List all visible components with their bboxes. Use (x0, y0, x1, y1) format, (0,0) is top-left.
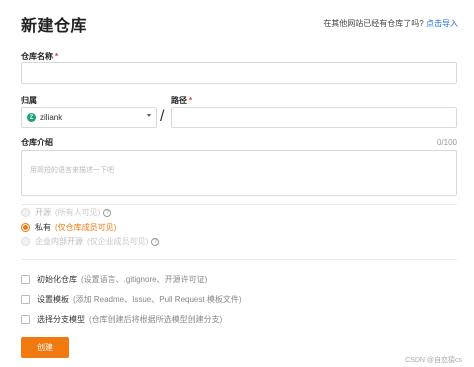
option-template-label: 设置模板 (37, 295, 69, 304)
divider (21, 204, 457, 205)
option-template[interactable]: 设置模板 (添加 Readme、Issue、Pull Request 模板文件) (21, 294, 242, 305)
help-icon[interactable]: ? (151, 237, 160, 246)
repo-name-label-text: 仓库名称 (21, 52, 53, 61)
option-template-desc: (添加 Readme、Issue、Pull Request 模板文件) (73, 295, 242, 304)
create-button[interactable]: 创建 (21, 337, 69, 358)
description-placeholder: 用简短的语言来描述一下吧 (30, 167, 114, 174)
path-input[interactable] (171, 107, 457, 128)
option-init-repo[interactable]: 初始化仓库 (设置语言、.gitignore、开源许可证) (21, 274, 207, 285)
repo-name-input[interactable] (21, 62, 457, 84)
visibility-private-desc: (仅仓库成员可见) (55, 223, 117, 232)
required-mark: * (55, 52, 59, 61)
checkbox[interactable] (21, 295, 30, 304)
option-init-repo-label: 初始化仓库 (37, 275, 77, 284)
option-branch-model-label: 选择分支模型 (37, 315, 85, 324)
path-label: 路径 * (171, 95, 192, 106)
owner-select[interactable]: Z ziliank (21, 107, 157, 128)
visibility-public-label: 开源 (35, 208, 51, 217)
import-link[interactable]: 点击导入 (426, 19, 458, 28)
import-hint-text: 在其他网站已经有仓库了吗? (323, 19, 424, 28)
owner-select-value: ziliank (40, 113, 63, 122)
visibility-private[interactable]: 私有 (仅仓库成员可见) (21, 222, 116, 233)
radio-button[interactable] (21, 208, 30, 217)
watermark: CSDN @自恋猿cs (405, 357, 462, 364)
help-icon[interactable]: ? (103, 208, 112, 217)
visibility-enterprise-desc: (仅企业成员可见) (87, 237, 149, 246)
option-branch-model[interactable]: 选择分支模型 (仓库创建后将根据所选模型创建分支) (21, 314, 222, 325)
option-branch-model-desc: (仓库创建后将根据所选模型创建分支) (89, 315, 223, 324)
owner-label: 归属 (21, 96, 37, 105)
import-hint: 在其他网站已经有仓库了吗? 点击导入 (323, 18, 458, 29)
path-label-text: 路径 (171, 96, 187, 105)
visibility-public[interactable]: 开源 (所有人可见) ? (21, 207, 112, 218)
radio-button-checked[interactable] (21, 223, 30, 232)
visibility-public-desc: (所有人可见) (55, 208, 101, 217)
checkbox[interactable] (21, 275, 30, 284)
description-label: 仓库介绍 (21, 138, 53, 147)
description-textarea[interactable]: 用简短的语言来描述一下吧 (21, 150, 457, 196)
chevron-down-icon (147, 114, 151, 117)
visibility-private-label: 私有 (35, 223, 51, 232)
visibility-enterprise[interactable]: 企业内部开源 (仅企业成员可见) ? (21, 236, 160, 247)
repo-name-label: 仓库名称 * (21, 51, 58, 62)
required-mark: * (189, 96, 193, 105)
option-init-repo-desc: (设置语言、.gitignore、开源许可证) (81, 275, 208, 284)
path-separator: / (160, 108, 165, 125)
radio-button[interactable] (21, 237, 30, 246)
visibility-enterprise-label: 企业内部开源 (35, 237, 83, 246)
description-counter: 0/100 (436, 138, 457, 147)
checkbox[interactable] (21, 315, 30, 324)
page-title: 新建仓库 (21, 18, 88, 35)
owner-avatar: Z (27, 113, 36, 122)
divider (21, 259, 457, 260)
